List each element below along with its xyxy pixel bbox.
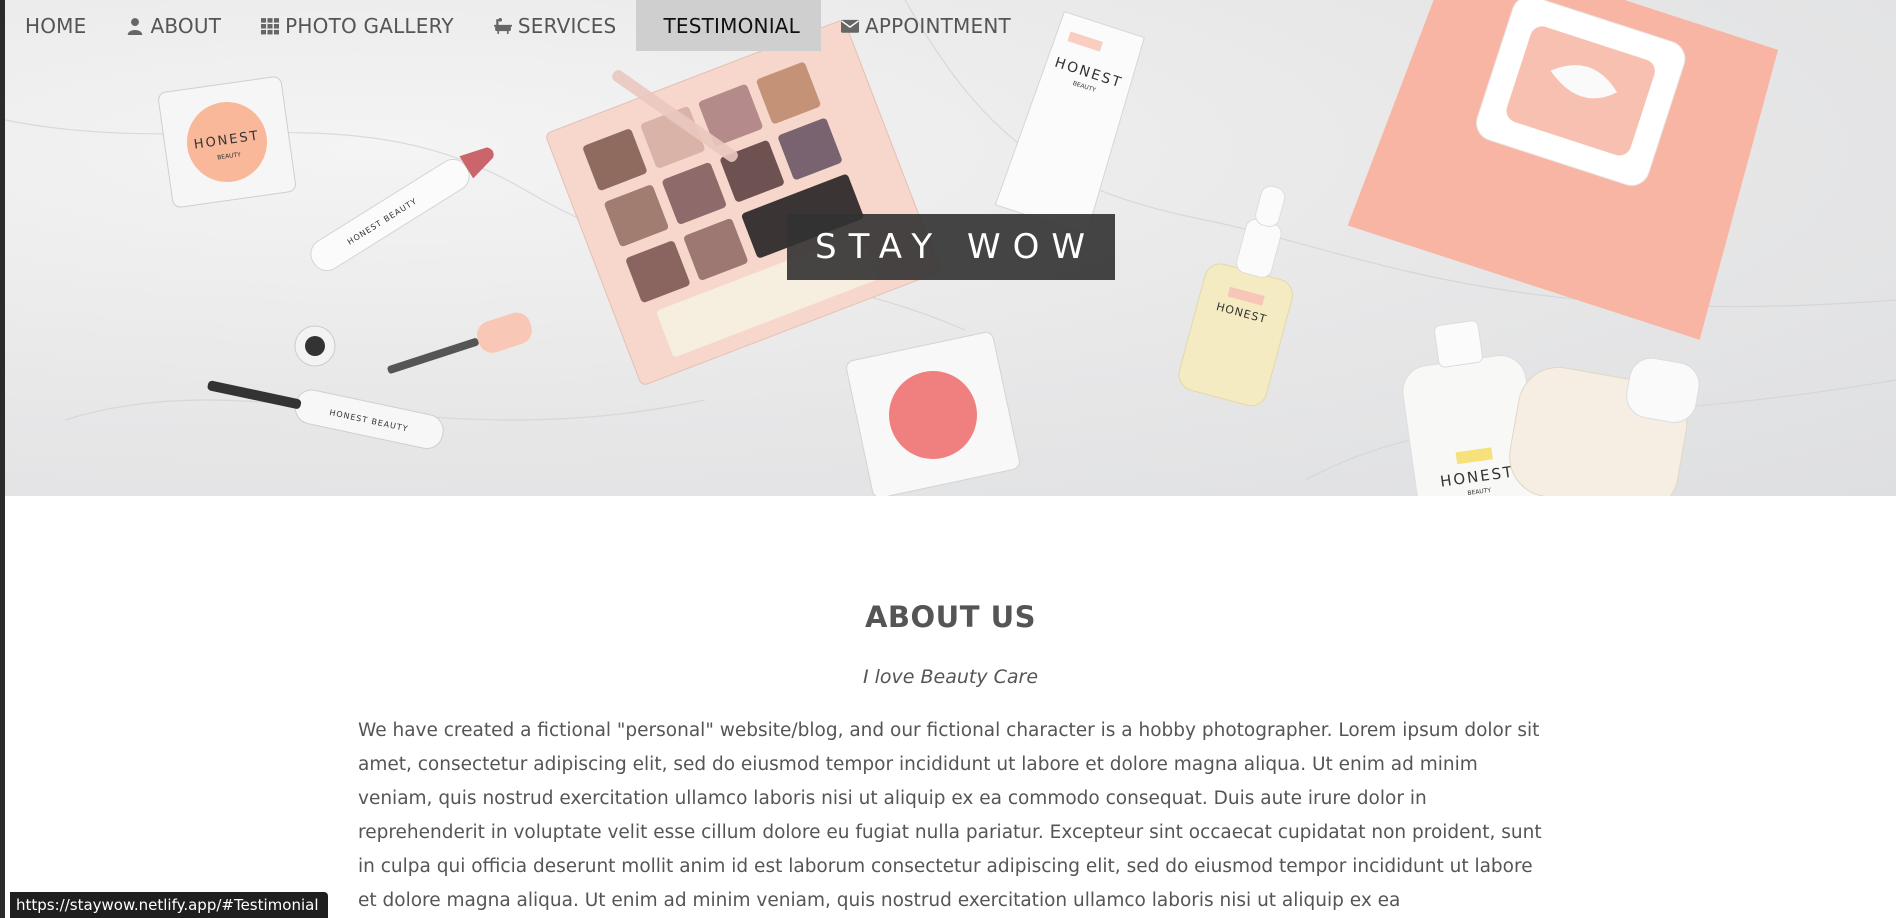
about-body: We have created a fictional "personal" w… bbox=[358, 720, 1542, 911]
nav-home[interactable]: HOME bbox=[5, 0, 106, 51]
nav-about-label: ABOUT bbox=[150, 13, 222, 38]
hero-title-box: STAY WOW bbox=[787, 214, 1115, 280]
nav-appointment-label: APPOINTMENT bbox=[865, 13, 1011, 38]
blush-compact bbox=[846, 331, 1020, 496]
hero-banner: HONEST BEAUTY HONEST BEAUTY HONEST BEAUT… bbox=[5, 0, 1896, 496]
cream-jar bbox=[1509, 357, 1700, 496]
face-oil-bottle: HONEST bbox=[1178, 185, 1293, 407]
bath-icon bbox=[493, 17, 512, 35]
mascara: HONEST BEAUTY bbox=[207, 380, 444, 450]
page: HONEST BEAUTY HONEST BEAUTY HONEST BEAUT… bbox=[0, 0, 1896, 918]
mascara-wand bbox=[387, 312, 532, 374]
lip-crayon: HONEST BEAUTY bbox=[310, 147, 494, 272]
nav-photo-gallery[interactable]: PHOTO GALLERY bbox=[241, 0, 474, 51]
nav-about[interactable]: ABOUT bbox=[106, 0, 241, 51]
hero-title: STAY WOW bbox=[815, 227, 1097, 267]
nav-services-label: SERVICES bbox=[517, 13, 617, 38]
nav-services[interactable]: SERVICES bbox=[474, 0, 637, 51]
about-tagline: I love Beauty Care bbox=[862, 666, 1039, 688]
link-status-bar: https://staywow.netlify.app/#Testimonial bbox=[10, 892, 328, 918]
top-navbar: HOME ABOUT PHOTO GALLERY SERVICES TESTIM… bbox=[5, 0, 1896, 51]
nav-home-label: HOME bbox=[25, 13, 87, 38]
user-icon bbox=[126, 17, 144, 35]
nav-testimonial-label: TESTIMONIAL bbox=[663, 13, 801, 38]
nav-photo-gallery-label: PHOTO GALLERY bbox=[285, 13, 454, 38]
grid-icon bbox=[261, 17, 280, 35]
compact-jar: HONEST BEAUTY bbox=[158, 76, 296, 208]
nav-testimonial[interactable]: TESTIMONIAL bbox=[636, 0, 822, 51]
nav-appointment[interactable]: APPOINTMENT bbox=[821, 0, 1031, 51]
eyeshadow-palette bbox=[546, 20, 940, 385]
envelope-icon bbox=[841, 17, 860, 35]
about-title: ABOUT US bbox=[864, 600, 1037, 634]
